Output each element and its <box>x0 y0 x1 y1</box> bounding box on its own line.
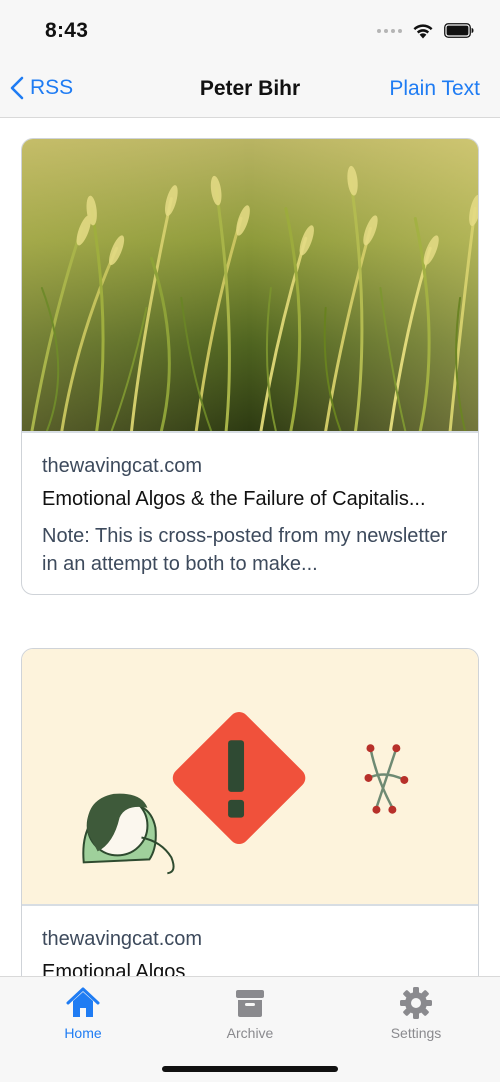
back-button-label: RSS <box>30 76 74 99</box>
status-icons <box>377 22 474 39</box>
article-feed[interactable]: thewavingcat.com Emotional Algos & the F… <box>0 118 500 976</box>
article-title: Emotional Algos <box>42 961 186 976</box>
navigation-bar: RSS Peter Bihr Plain Text <box>0 62 500 118</box>
article-card[interactable]: thewavingcat.com Emotional Algos & the F… <box>21 138 479 595</box>
gear-icon <box>400 987 432 1019</box>
article-domain: thewavingcat.com <box>42 455 203 477</box>
tab-archive[interactable]: Archive <box>190 985 310 1041</box>
plain-text-button[interactable]: Plain Text <box>389 77 480 101</box>
tab-home[interactable]: Home <box>23 985 143 1041</box>
article-card-body: thewavingcat.com Emotional Algos <box>22 906 478 976</box>
tab-label: Archive <box>226 1025 274 1041</box>
wifi-icon <box>413 24 433 39</box>
article-summary: Note: This is cross-posted from my newsl… <box>42 525 448 575</box>
archive-box-icon <box>236 990 264 1017</box>
tab-settings[interactable]: Settings <box>356 985 476 1041</box>
battery-icon <box>444 23 474 38</box>
article-card-body: thewavingcat.com Emotional Algos & the F… <box>22 433 478 578</box>
illustration-person-warning-sign <box>22 649 478 906</box>
home-indicator <box>162 1066 338 1072</box>
tab-label: Settings <box>390 1025 442 1041</box>
status-time: 8:43 <box>45 19 89 42</box>
article-card[interactable]: thewavingcat.com Emotional Algos <box>21 648 479 976</box>
tab-label: Home <box>64 1025 102 1041</box>
signal-icon <box>377 28 402 33</box>
article-domain: thewavingcat.com <box>42 928 203 950</box>
back-button[interactable]: RSS <box>10 76 73 100</box>
chevron-left-icon <box>10 76 24 100</box>
wheat-field-photo <box>22 139 478 433</box>
house-icon <box>66 987 100 1017</box>
article-title: Emotional Algos & the Failure of Capital… <box>42 488 426 510</box>
status-bar: 8:43 <box>0 0 500 62</box>
